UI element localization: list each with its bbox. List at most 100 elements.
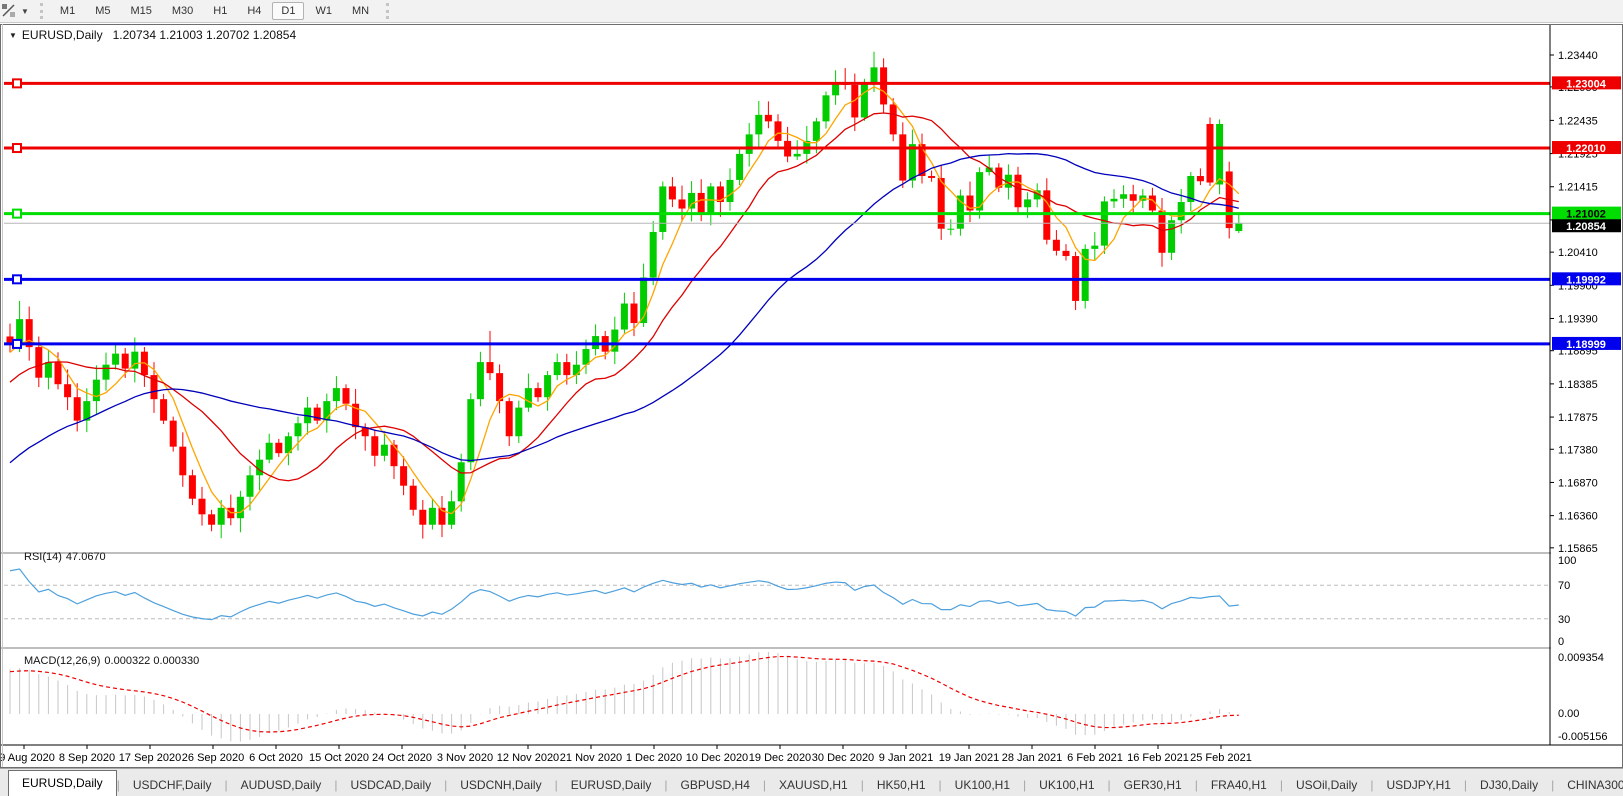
macd-values: 0.000322 0.000330 bbox=[104, 655, 200, 667]
candle bbox=[44, 362, 52, 378]
price-tick-label: 1.23440 bbox=[1558, 50, 1598, 62]
timeframe-button-m30[interactable]: M30 bbox=[163, 2, 202, 20]
chart-tab-hk50-h1[interactable]: HK50,H1 bbox=[864, 775, 939, 796]
tab-bar: EURUSD,Daily | USDCHF,Daily | AUDUSD,Daily | U… bbox=[0, 768, 1623, 796]
candle bbox=[1216, 123, 1224, 185]
crosshair-tool-icon[interactable] bbox=[1, 3, 19, 19]
date-label: 25 Feb 2021 bbox=[1190, 752, 1252, 764]
candle bbox=[524, 388, 532, 408]
hline-handle[interactable] bbox=[12, 274, 22, 285]
chart-tab-usdjpy-h1[interactable]: USDJPY,H1 bbox=[1373, 775, 1463, 796]
candle bbox=[217, 507, 225, 525]
chart-tab-gbpusd-h4[interactable]: GBPUSD,H4 bbox=[668, 775, 763, 796]
candle bbox=[1014, 174, 1022, 208]
candle bbox=[630, 303, 638, 324]
chart-tab-dj30-daily[interactable]: DJ30,Daily bbox=[1467, 775, 1551, 796]
candle bbox=[428, 507, 436, 525]
candle bbox=[1062, 250, 1070, 257]
chart-tab-uk100-h1[interactable]: UK100,H1 bbox=[1026, 775, 1107, 796]
price-tick-label: 1.20410 bbox=[1558, 247, 1598, 259]
chart-tab-china300-h1[interactable]: CHINA300,H1 bbox=[1554, 775, 1623, 796]
date-label: 19 Dec 2020 bbox=[749, 752, 811, 764]
chart-tab-fra40-h1[interactable]: FRA40,H1 bbox=[1198, 775, 1280, 796]
date-label: 29 Aug 2020 bbox=[0, 752, 55, 764]
chart-window-bg bbox=[0, 24, 1623, 745]
price-tick-label: 1.15865 bbox=[1558, 543, 1598, 555]
date-label: 16 Feb 2021 bbox=[1127, 752, 1189, 764]
candle bbox=[505, 401, 513, 437]
candle bbox=[822, 95, 830, 122]
timeframe-button-mn[interactable]: MN bbox=[343, 2, 378, 20]
chart-tab-uk100-h1[interactable]: UK100,H1 bbox=[942, 775, 1023, 796]
hline-price-badge-text: 1.21002 bbox=[1566, 209, 1606, 221]
candle bbox=[582, 349, 590, 365]
chart-tab-usoil-daily[interactable]: USOil,Daily bbox=[1283, 775, 1370, 796]
candle bbox=[755, 114, 763, 135]
candle bbox=[35, 347, 43, 378]
rsi-axis-label: 30 bbox=[1558, 614, 1570, 626]
candle bbox=[179, 446, 187, 476]
candle bbox=[928, 176, 936, 178]
candle bbox=[553, 362, 561, 376]
hline-handle[interactable] bbox=[12, 78, 22, 89]
date-label: 6 Feb 2021 bbox=[1067, 752, 1123, 764]
candle bbox=[697, 192, 705, 213]
rsi-axis-label: 0 bbox=[1558, 636, 1564, 648]
candle bbox=[764, 114, 772, 122]
candle bbox=[409, 485, 417, 510]
dropdown-arrow-icon[interactable]: ▼ bbox=[21, 7, 29, 16]
candle bbox=[1091, 245, 1099, 249]
candle bbox=[745, 134, 753, 154]
chart-tab-usdcad-daily[interactable]: USDCAD,Daily bbox=[337, 775, 444, 796]
chart-tab-eurusd-daily[interactable]: EURUSD,Daily bbox=[8, 770, 117, 796]
candle bbox=[169, 420, 177, 447]
rsi-axis-label: 70 bbox=[1558, 580, 1570, 592]
chart-tab-usdcnh-daily[interactable]: USDCNH,Daily bbox=[447, 775, 554, 796]
candle bbox=[1024, 199, 1032, 208]
price-tick-label: 1.22435 bbox=[1558, 115, 1598, 127]
chart-tab-xauusd-h1[interactable]: XAUUSD,H1 bbox=[766, 775, 861, 796]
candle bbox=[937, 177, 945, 229]
date-label: 12 Nov 2020 bbox=[497, 752, 559, 764]
candle bbox=[476, 362, 484, 400]
timeframe-button-h4[interactable]: H4 bbox=[238, 2, 270, 20]
hline-handle[interactable] bbox=[12, 338, 22, 349]
date-label: 19 Jan 2021 bbox=[939, 752, 1000, 764]
candle bbox=[534, 388, 542, 398]
timeframe-button-w1[interactable]: W1 bbox=[306, 2, 341, 20]
candle bbox=[812, 121, 820, 141]
candle bbox=[515, 407, 523, 437]
macd-axis-label: 0.009354 bbox=[1558, 652, 1604, 664]
candle bbox=[678, 199, 686, 209]
timeframe-button-d1[interactable]: D1 bbox=[272, 2, 305, 20]
timeframe-button-m1[interactable]: M1 bbox=[51, 2, 84, 20]
candle bbox=[1168, 220, 1176, 253]
date-label: 15 Oct 2020 bbox=[309, 752, 369, 764]
collapse-arrow-icon[interactable]: ▼ bbox=[9, 31, 17, 40]
timeframe-button-h1[interactable]: H1 bbox=[204, 2, 236, 20]
candle bbox=[73, 397, 81, 421]
rsi-axis-label: 100 bbox=[1558, 555, 1576, 567]
hline-handle[interactable] bbox=[12, 143, 22, 154]
candle bbox=[1235, 223, 1243, 232]
candle bbox=[649, 231, 657, 278]
candle bbox=[947, 228, 955, 230]
chart-tab-audusd-daily[interactable]: AUDUSD,Daily bbox=[228, 775, 335, 796]
date-label: 30 Dec 2020 bbox=[812, 752, 874, 764]
timeframe-button-m5[interactable]: M5 bbox=[86, 2, 119, 20]
timeframe-button-m15[interactable]: M15 bbox=[121, 2, 160, 20]
date-label: 24 Oct 2020 bbox=[372, 752, 432, 764]
chart-tab-usdchf-daily[interactable]: USDCHF,Daily bbox=[120, 775, 225, 796]
candle bbox=[294, 423, 302, 437]
candle bbox=[1196, 176, 1204, 182]
chart-tab-eurusd-daily[interactable]: EURUSD,Daily bbox=[558, 775, 665, 796]
candle bbox=[208, 514, 216, 525]
hline-handle[interactable] bbox=[12, 208, 22, 219]
date-label: 17 Sep 2020 bbox=[119, 752, 181, 764]
candle bbox=[236, 496, 244, 519]
chart-symbol-label: EURUSD,Daily bbox=[21, 28, 103, 42]
chart-tab-ger30-h1[interactable]: GER30,H1 bbox=[1111, 775, 1195, 796]
date-label: 9 Jan 2021 bbox=[879, 752, 933, 764]
date-label: 1 Dec 2020 bbox=[626, 752, 682, 764]
date-label: 6 Oct 2020 bbox=[249, 752, 303, 764]
